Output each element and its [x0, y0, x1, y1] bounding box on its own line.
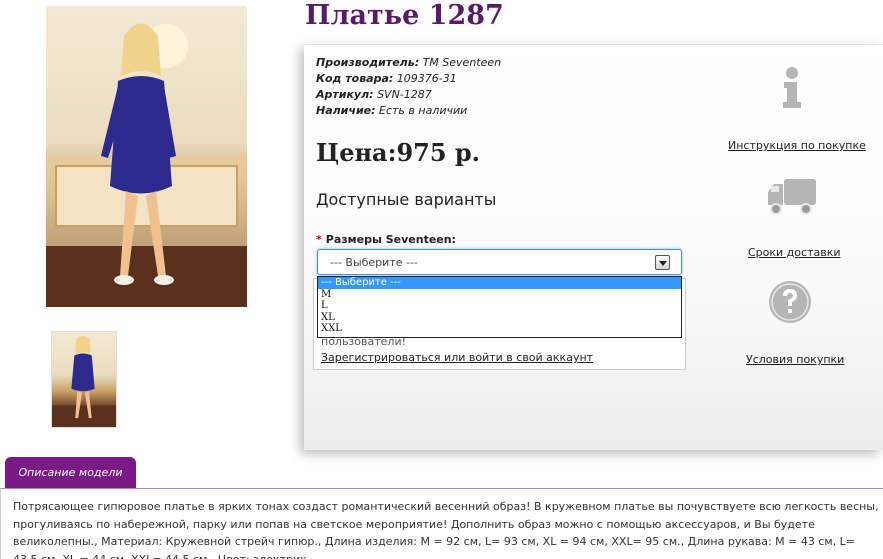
required-mark: *	[316, 233, 322, 246]
truck-icon[interactable]	[766, 176, 818, 218]
product-code-value: 109376-31	[396, 72, 457, 85]
size-select-label: * Размеры Seventeen:	[316, 233, 456, 246]
chevron-down-icon[interactable]	[655, 255, 670, 270]
sku-label: Артикул:	[316, 88, 374, 101]
product-meta: Производитель: TM Seventeen Код товара: …	[316, 55, 501, 119]
size-option[interactable]: M	[318, 289, 681, 301]
size-select-value: --- Выберите ---	[330, 256, 418, 269]
size-dropdown-list[interactable]: --- Выберите --- M L XL XXL	[317, 276, 682, 338]
size-option[interactable]: L	[318, 300, 681, 312]
size-select[interactable]: --- Выберите ---	[317, 249, 682, 275]
tab-model-description[interactable]: Описание модели	[5, 457, 136, 488]
availability-value: Есть в наличии	[379, 104, 468, 117]
product-main-photo[interactable]	[46, 6, 247, 307]
availability-row: Наличие: Есть в наличии	[316, 103, 501, 119]
delivery-terms-link[interactable]: Сроки доставки	[748, 246, 841, 259]
purchase-terms-link[interactable]: Условия покупки	[746, 353, 844, 366]
thumbnail-illustration	[52, 335, 116, 427]
size-option[interactable]: XXL	[318, 323, 681, 335]
available-options-heading: Доступные варианты	[316, 190, 497, 209]
question-icon[interactable]	[767, 279, 813, 325]
product-thumbnail[interactable]	[51, 331, 117, 428]
manufacturer-row: Производитель: TM Seventeen	[316, 55, 501, 71]
description-text: Потрясающее гипюровое платье в ярких тон…	[13, 500, 879, 559]
manufacturer-value: TM Seventeen	[422, 56, 502, 69]
availability-label: Наличие:	[316, 104, 376, 117]
product-code-label: Код товара:	[316, 72, 394, 85]
info-icon[interactable]	[777, 66, 807, 110]
size-select-label-text: Размеры Seventeen:	[325, 233, 456, 246]
size-option[interactable]: XL	[318, 312, 681, 324]
sku-value: SVN-1287	[377, 88, 432, 101]
product-title: Платье 1287	[305, 0, 504, 31]
product-code-row: Код товара: 109376-31	[316, 71, 501, 87]
dress-photo-illustration	[46, 23, 247, 307]
manufacturer-label: Производитель:	[316, 56, 420, 69]
register-or-login-link[interactable]: Зарегистрироваться или войти в свой акка…	[321, 351, 593, 364]
purchase-instructions-link[interactable]: Инструкция по покупке	[728, 139, 866, 152]
size-option[interactable]: --- Выберите ---	[318, 277, 681, 289]
sku-row: Артикул: SVN-1287	[316, 87, 501, 103]
product-price: Цена:975 р.	[316, 138, 481, 167]
